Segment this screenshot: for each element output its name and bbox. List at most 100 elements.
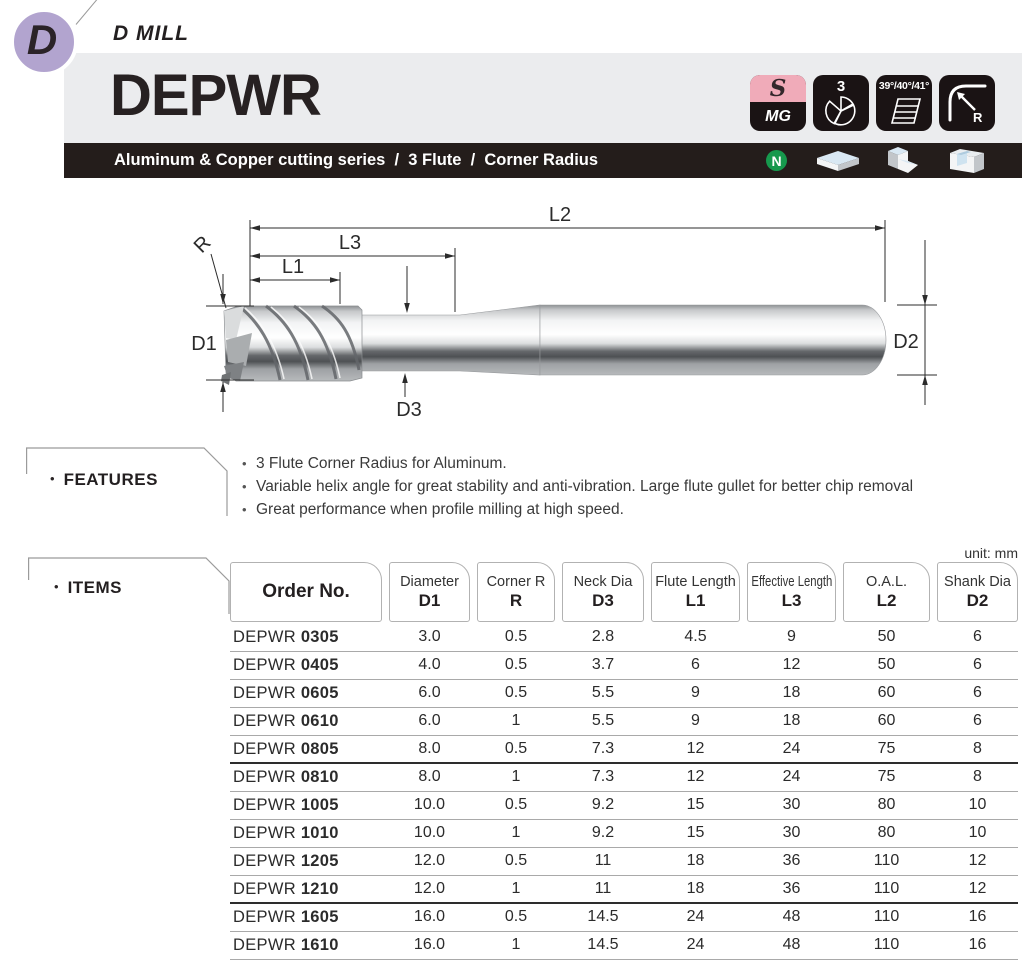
value-cell: 12 — [937, 876, 1018, 902]
helix-angle-badge: 39°/40°/41° — [876, 75, 932, 131]
value-cell: 16.0 — [389, 904, 470, 931]
features-title-row: •FEATURES — [50, 470, 158, 490]
series-letter: D — [27, 16, 57, 64]
order-no: DEPWR 0305 — [230, 624, 382, 651]
value-cell: 75 — [843, 736, 930, 762]
dim-label-d2: D2 — [893, 331, 919, 353]
order-no: DEPWR 1610 — [230, 932, 382, 959]
column-header-L1: Flute LengthL1 — [651, 562, 740, 622]
dim-label-d1: D1 — [191, 333, 217, 355]
value-cell: 8 — [937, 764, 1018, 791]
series-letter-badge: D — [10, 8, 78, 76]
table-row-1610: DEPWR 161016.0114.5244811016 — [230, 932, 1018, 960]
value-cell: 6 — [937, 708, 1018, 735]
product-title: DEPWR — [110, 62, 321, 129]
value-cell: 3.7 — [562, 652, 644, 679]
value-cell: 30 — [747, 820, 836, 847]
value-cell: 80 — [843, 792, 930, 819]
order-no: DEPWR 0405 — [230, 652, 382, 679]
coating-badge: S MG — [750, 75, 806, 131]
material-n-mark: N — [766, 150, 787, 171]
order-no: DEPWR 0805 — [230, 736, 382, 762]
catalog-page: D D MILL DEPWR Aluminum & Copper cutting… — [0, 0, 1032, 962]
face-milling-icon — [814, 149, 862, 173]
value-cell: 18 — [651, 876, 740, 902]
order-no: DEPWR 1205 — [230, 848, 382, 875]
dim-label-l1: L1 — [282, 256, 304, 278]
value-cell: 0.5 — [477, 736, 555, 762]
value-cell: 10 — [937, 792, 1018, 819]
column-header-D3: Neck DiaD3 — [562, 562, 644, 622]
value-cell: 6 — [937, 624, 1018, 651]
value-cell: 4.0 — [389, 652, 470, 679]
unit-label: unit: mm — [930, 545, 1018, 561]
value-cell: 6 — [651, 652, 740, 679]
coating-mg-mark: MG — [750, 102, 806, 131]
value-cell: 1 — [477, 764, 555, 791]
table-row-0405: DEPWR 04054.00.53.7612506 — [230, 652, 1018, 680]
value-cell: 2.8 — [562, 624, 644, 651]
feature-item: •3 Flute Corner Radius for Aluminum. — [242, 452, 913, 475]
value-cell: 10.0 — [389, 792, 470, 819]
table-row-1005: DEPWR 100510.00.59.215308010 — [230, 792, 1018, 820]
value-cell: 1 — [477, 708, 555, 735]
corner-radius-icon: R — [939, 75, 995, 131]
value-cell: 5.5 — [562, 680, 644, 707]
dim-label-l3: L3 — [339, 232, 361, 254]
value-cell: 60 — [843, 680, 930, 707]
feature-item: •Great performance when profile milling … — [242, 498, 913, 521]
value-cell: 6.0 — [389, 680, 470, 707]
value-cell: 0.5 — [477, 792, 555, 819]
dimension-drawing: L2 L3 L1 R D1 D3 D2 — [0, 190, 1032, 435]
value-cell: 6 — [937, 652, 1018, 679]
value-cell: 9 — [651, 708, 740, 735]
series-name: D MILL — [113, 22, 189, 46]
helix-angle-icon — [876, 92, 932, 128]
value-cell: 18 — [747, 708, 836, 735]
value-cell: 8.0 — [389, 736, 470, 762]
value-cell: 9 — [651, 680, 740, 707]
table-row-1210: DEPWR 121012.0111183611012 — [230, 876, 1018, 904]
order-no: DEPWR 1005 — [230, 792, 382, 819]
value-cell: 4.5 — [651, 624, 740, 651]
value-cell: 15 — [651, 820, 740, 847]
value-cell: 75 — [843, 764, 930, 791]
table-row-0805: DEPWR 08058.00.57.31224758 — [230, 736, 1018, 764]
features-list: •3 Flute Corner Radius for Aluminum.•Var… — [242, 452, 913, 521]
coating-s-mark: S — [750, 75, 806, 102]
value-cell: 11 — [562, 876, 644, 902]
value-cell: 12.0 — [389, 848, 470, 875]
corner-radius-badge: R — [939, 75, 995, 131]
value-cell: 50 — [843, 624, 930, 651]
value-cell: 12 — [651, 736, 740, 762]
order-no: DEPWR 1010 — [230, 820, 382, 847]
value-cell: 36 — [747, 848, 836, 875]
value-cell: 0.5 — [477, 904, 555, 931]
value-cell: 18 — [651, 848, 740, 875]
value-cell: 1 — [477, 820, 555, 847]
value-cell: 110 — [843, 848, 930, 875]
header-slash-decoration — [76, 0, 99, 25]
order-no: DEPWR 0810 — [230, 764, 382, 791]
product-subtitle: Aluminum & Copper cutting series / 3 Flu… — [114, 143, 598, 178]
flute-count-badge: 3 — [813, 75, 869, 131]
order-no: DEPWR 1605 — [230, 904, 382, 931]
items-title-row: •ITEMS — [54, 578, 122, 598]
column-header-L2: O.A.L.L2 — [843, 562, 930, 622]
value-cell: 24 — [747, 764, 836, 791]
column-header-D1: DiameterD1 — [389, 562, 470, 622]
value-cell: 16 — [937, 932, 1018, 959]
dim-label-d3: D3 — [396, 399, 422, 421]
value-cell: 0.5 — [477, 624, 555, 651]
dim-label-l2: L2 — [549, 204, 571, 226]
value-cell: 24 — [651, 904, 740, 931]
value-cell: 15 — [651, 792, 740, 819]
value-cell: 1 — [477, 876, 555, 902]
value-cell: 8.0 — [389, 764, 470, 791]
value-cell: 10 — [937, 820, 1018, 847]
value-cell: 1 — [477, 932, 555, 959]
value-cell: 8 — [937, 736, 1018, 762]
value-cell: 110 — [843, 904, 930, 931]
feature-item: •Variable helix angle for great stabilit… — [242, 475, 913, 498]
column-header-D2: Shank DiaD2 — [937, 562, 1018, 622]
